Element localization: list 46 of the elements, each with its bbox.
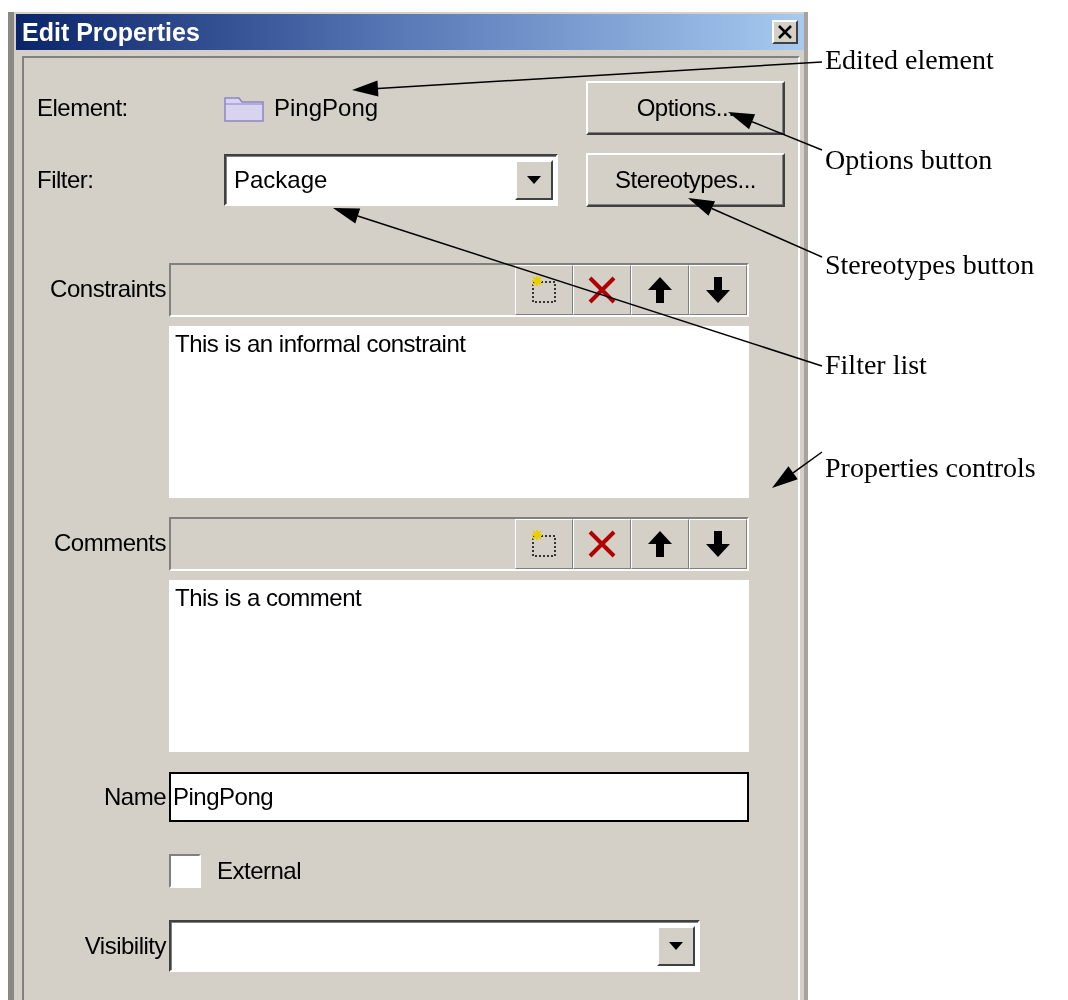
text-area[interactable]: This is a comment <box>169 580 749 752</box>
dropdown-button[interactable] <box>657 926 695 966</box>
list-label: Constraints <box>49 274 167 304</box>
list-label: Comments <box>52 528 167 558</box>
down-arrow-icon <box>705 530 731 558</box>
callout-label: Properties controls <box>825 452 1036 484</box>
delete-button[interactable] <box>573 265 631 315</box>
close-button[interactable] <box>772 20 798 44</box>
caret-icon <box>669 942 683 950</box>
up-arrow-icon <box>647 276 673 304</box>
callout-label: Edited element <box>825 44 994 76</box>
new-item-icon <box>529 529 559 559</box>
window-title: Edit Properties <box>22 17 200 47</box>
new-item-icon <box>529 275 559 305</box>
name-field[interactable]: PingPong <box>169 772 749 822</box>
callout-label: Options button <box>825 144 993 176</box>
element-label: Element: <box>37 94 129 122</box>
element-name: PingPong <box>274 94 379 122</box>
move-up-button[interactable] <box>631 519 689 569</box>
external-checkbox[interactable] <box>169 854 201 888</box>
visibility-label: Visibility <box>83 932 168 960</box>
text-area[interactable]: This is an informal constraint <box>169 326 749 498</box>
close-icon <box>778 25 792 39</box>
move-down-button[interactable] <box>689 519 747 569</box>
new-item-button[interactable] <box>515 519 573 569</box>
dropdown-button[interactable] <box>515 160 553 200</box>
leader-arrow <box>772 451 823 488</box>
callout-label: Filter list <box>825 349 927 381</box>
delete-icon <box>587 529 617 559</box>
folder-icon <box>224 94 264 122</box>
delete-button[interactable] <box>573 519 631 569</box>
new-item-button[interactable] <box>515 265 573 315</box>
up-arrow-icon <box>647 530 673 558</box>
options-button[interactable]: Options... <box>586 81 785 135</box>
move-up-button[interactable] <box>631 265 689 315</box>
visibility-dropdown[interactable] <box>169 920 700 972</box>
external-label: External <box>217 857 302 885</box>
move-down-button[interactable] <box>689 265 747 315</box>
caret-icon <box>527 176 541 184</box>
down-arrow-icon <box>705 276 731 304</box>
filter-label: Filter: <box>37 166 95 194</box>
filter-dropdown[interactable]: Package <box>224 154 558 206</box>
callout-label: Stereotypes button <box>825 249 1035 281</box>
name-label: Name <box>102 783 167 811</box>
stereotypes-button[interactable]: Stereotypes... <box>586 153 785 207</box>
delete-icon <box>587 275 617 305</box>
